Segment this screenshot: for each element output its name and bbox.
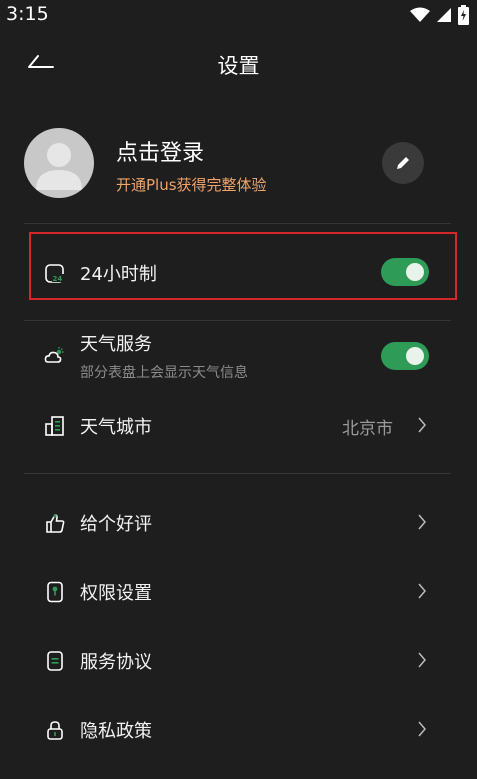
avatar-placeholder-icon [36,143,82,190]
divider [24,473,451,474]
privacy-policy-label: 隐私政策 [80,721,152,742]
status-icons [410,5,469,25]
service-agreement-label: 服务协议 [80,652,152,673]
permissions-label: 权限设置 [80,583,152,604]
toggle-knob [406,263,424,281]
city-building-icon [45,416,64,436]
thumbs-up-icon [46,514,65,533]
signal-icon [437,8,451,22]
toggle-knob [406,347,424,365]
login-label[interactable]: 点击登录 [116,135,204,167]
chevron-right-icon [418,583,426,599]
profile-section[interactable]: 点击登录 开通Plus获得完整体验 [0,118,477,208]
weather-city-value: 北京市 [342,419,393,439]
pencil-icon [397,157,409,169]
document-icon [47,651,63,671]
clock-24-icon: 24 [45,264,64,283]
service-agreement-row[interactable]: 服务协议 [0,631,477,689]
plus-promo[interactable]: 开通Plus获得完整体验 [116,174,267,195]
edit-button[interactable] [382,142,424,184]
rate-label: 给个好评 [80,514,152,535]
battery-icon [458,5,469,25]
hour24-label: 24小时制 [80,264,157,285]
status-time: 3:15 [6,3,49,25]
weather-service-label: 天气服务 [80,334,152,355]
app-bar: 设置 [0,40,477,88]
rate-row[interactable]: 给个好评 [0,493,477,551]
hour24-row: 24 24小时制 [0,243,477,301]
chevron-right-icon [418,652,426,668]
weather-service-row: 天气服务 部分表盘上会显示天气信息 [0,322,477,392]
weather-icon [44,347,64,363]
chevron-right-icon [418,721,426,737]
avatar[interactable] [24,128,94,198]
page-title: 设置 [217,54,260,78]
divider [24,223,451,224]
weather-service-toggle[interactable] [381,342,429,370]
chevron-right-icon [418,417,426,433]
status-bar: 3:15 [0,0,477,30]
lock-icon [47,721,63,740]
permissions-row[interactable]: 权限设置 [0,562,477,620]
hour24-toggle[interactable] [381,258,429,286]
weather-service-description: 部分表盘上会显示天气信息 [80,365,248,381]
svg-text:24: 24 [53,275,63,283]
phone-permission-icon [47,581,63,603]
weather-city-row[interactable]: 天气城市 北京市 [0,396,477,454]
privacy-policy-row[interactable]: 隐私政策 [0,700,477,758]
chevron-right-icon [418,514,426,530]
weather-city-label: 天气城市 [80,417,152,438]
divider [24,320,451,321]
wifi-icon [410,7,430,22]
